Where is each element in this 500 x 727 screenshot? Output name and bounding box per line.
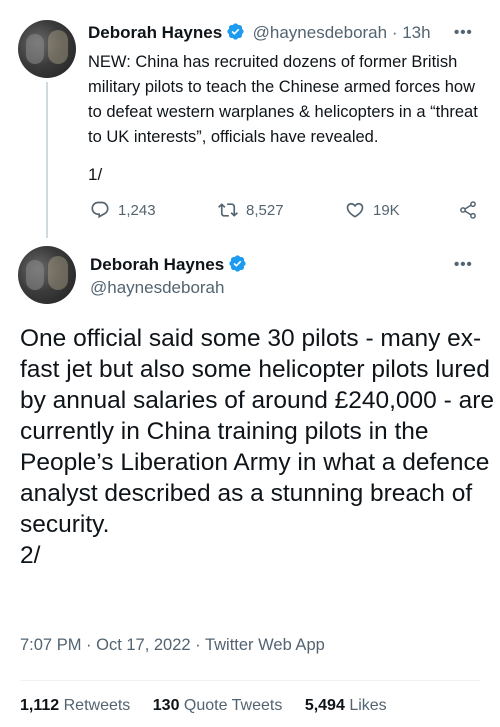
verified-badge-icon: [229, 255, 246, 272]
retweets-stat[interactable]: 1,112 Retweets: [20, 697, 130, 714]
quote-tweets-label: Quote Tweets: [183, 697, 283, 714]
avatar[interactable]: [18, 20, 76, 78]
more-options-icon[interactable]: •••: [454, 256, 473, 273]
more-options-icon[interactable]: •••: [454, 24, 473, 41]
likes-count: 5,494: [304, 697, 345, 714]
divider: [20, 680, 480, 681]
thread-connector-line: [46, 82, 48, 238]
heart-icon: [346, 202, 364, 218]
reply-button[interactable]: 1,243: [90, 200, 156, 220]
like-count: 19K: [373, 201, 400, 219]
likes-label: Likes: [349, 697, 387, 714]
tweet-header: Deborah Haynes: [90, 254, 247, 275]
reply-icon: [91, 201, 109, 219]
tweet-actions: 1,243 8,527 19K: [90, 200, 485, 224]
tweet-time[interactable]: 13h: [402, 23, 430, 42]
retweets-label: Retweets: [63, 697, 131, 714]
author-handle[interactable]: @haynesdeborah: [253, 23, 387, 42]
retweets-count: 1,112: [20, 697, 60, 714]
tweet-header: Deborah Haynes @haynesdeborah · 13h: [88, 22, 431, 43]
author-handle[interactable]: @haynesdeborah: [90, 278, 224, 298]
reply-count: 1,243: [118, 201, 156, 219]
quote-tweets-stat[interactable]: 130 Quote Tweets: [153, 697, 283, 714]
author-name[interactable]: Deborah Haynes: [90, 255, 224, 274]
engagement-stats: 1,112 Retweets 130 Quote Tweets 5,494 Li…: [20, 697, 405, 715]
separator-dot: ·: [387, 23, 403, 42]
retweet-button[interactable]: 8,527: [218, 200, 284, 220]
retweet-count: 8,527: [246, 201, 284, 219]
author-name[interactable]: Deborah Haynes: [88, 23, 222, 42]
likes-stat[interactable]: 5,494 Likes: [305, 697, 387, 714]
thread-number: 2/: [20, 542, 41, 569]
retweet-icon: [218, 203, 238, 217]
share-icon: [460, 201, 476, 219]
thread-number: 1/: [88, 165, 103, 184]
tweet-timestamp[interactable]: 7:07 PM · Oct 17, 2022 · Twitter Web App: [20, 636, 325, 655]
verified-badge-icon: [227, 23, 244, 40]
avatar[interactable]: [18, 246, 76, 304]
quote-tweets-count: 130: [152, 697, 180, 714]
tweet-body: One official said some 30 pilots - many …: [20, 325, 494, 538]
like-button[interactable]: 19K: [345, 200, 400, 220]
share-button[interactable]: [458, 200, 486, 220]
tweet-text: One official said some 30 pilots - many …: [20, 323, 495, 571]
tweet-text: NEW: China has recruited dozens of forme…: [88, 53, 478, 146]
